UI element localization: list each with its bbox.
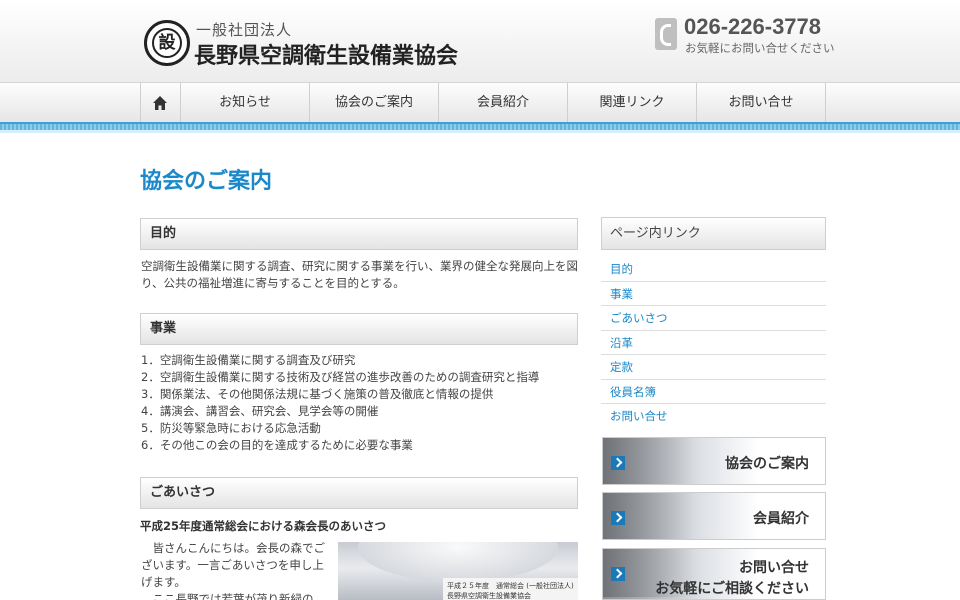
sidebar-link-greeting[interactable]: ごあいさつ bbox=[601, 306, 826, 331]
phone-icon bbox=[655, 18, 677, 50]
section-heading-purpose: 目的 bbox=[140, 218, 578, 250]
purpose-line: り、公共の福祉増進に寄与することを目的とする。 bbox=[141, 276, 405, 290]
section-heading-business: 事業 bbox=[140, 313, 578, 345]
logo-char: 設 bbox=[152, 28, 182, 58]
home-icon bbox=[153, 96, 167, 110]
phone-number: 026-226-3778 bbox=[684, 14, 822, 39]
list-item: 6．その他この会の目的を達成するために必要な事業 bbox=[141, 438, 413, 452]
greeting-photo: 平成２５年度 通常総会 (一般社団法人) 長野県空調衛生設備業協会 bbox=[338, 542, 578, 600]
sidebar-link-history[interactable]: 沿革 bbox=[601, 331, 826, 355]
banner-about[interactable]: 協会のご案内 bbox=[602, 437, 826, 485]
banner-members[interactable]: 会員紹介 bbox=[602, 492, 826, 540]
header-divider bbox=[0, 122, 960, 133]
chevron-right-icon bbox=[611, 456, 625, 470]
sidebar-links: 目的 事業 ごあいさつ 沿革 定款 役員名簿 お問い合せ bbox=[601, 257, 826, 429]
sidebar-link-articles[interactable]: 定款 bbox=[601, 355, 826, 380]
banner-label: お問い合せ bbox=[739, 560, 809, 576]
greeting-subtitle: 平成25年度通常総会における森会長のあいさつ bbox=[140, 519, 387, 533]
chevron-right-icon bbox=[611, 511, 625, 525]
site-header: 設 一般社団法人 長野県空調衛生設備業協会 026-226-3778 お気軽にお… bbox=[0, 0, 960, 82]
banner-label: 会員紹介 bbox=[753, 511, 809, 527]
business-list: 1．空調衛生設備業に関する調査及び研究 2．空調衛生設備業に関する技術及び経営の… bbox=[141, 352, 539, 454]
sidebar-link-business[interactable]: 事業 bbox=[601, 282, 826, 306]
nav-item-news[interactable]: お知らせ bbox=[181, 83, 310, 123]
photo-ceiling bbox=[358, 542, 558, 582]
logo-icon[interactable]: 設 bbox=[144, 20, 190, 66]
list-item: 5．防災等緊急時における応急活動 bbox=[141, 421, 321, 435]
list-item: 1．空調衛生設備業に関する調査及び研究 bbox=[141, 353, 356, 367]
sidebar-heading: ページ内リンク bbox=[601, 217, 826, 250]
sidebar-link-contact[interactable]: お問い合せ bbox=[601, 404, 826, 429]
greeting-paragraph: 皆さんこんにちは。会長の森でございます。一言ごあいさつを申し上げます。 bbox=[141, 541, 325, 589]
banner-label: 協会のご案内 bbox=[725, 456, 809, 472]
nav-item-contact[interactable]: お問い合せ bbox=[697, 83, 826, 123]
org-subtitle: 一般社団法人 bbox=[196, 21, 293, 39]
nav-item-members[interactable]: 会員紹介 bbox=[439, 83, 568, 123]
section-heading-greeting: ごあいさつ bbox=[140, 477, 578, 509]
list-item: 3．関係業法、その他関係法規に基づく施策の普及徹底と情報の提供 bbox=[141, 387, 494, 401]
global-nav-bar: お知らせ 協会のご案内 会員紹介 関連リンク お問い合せ bbox=[0, 82, 960, 123]
greeting-paragraph: ここ長野では若葉が茂り新緑の bbox=[152, 592, 314, 600]
greeting-text: 皆さんこんにちは。会長の森でございます。一言ごあいさつを申し上げます。 ここ長野… bbox=[141, 540, 331, 600]
org-name[interactable]: 長野県空調衛生設備業協会 bbox=[194, 38, 458, 70]
nav-item-links[interactable]: 関連リンク bbox=[568, 83, 697, 123]
banner-contact[interactable]: お問い合せ お気軽にご相談ください bbox=[602, 548, 826, 600]
purpose-text: 空調衛生設備業に関する調査、研究に関する事業を行い、業界の健全な発展向上を図 り… bbox=[141, 258, 581, 292]
chevron-right-icon bbox=[611, 567, 625, 581]
list-item: 2．空調衛生設備業に関する技術及び経営の進歩改善のための調査研究と指導 bbox=[141, 370, 540, 384]
global-nav: お知らせ 協会のご案内 会員紹介 関連リンク お問い合せ bbox=[140, 83, 826, 123]
banner-sublabel: お気軽にご相談ください bbox=[655, 581, 809, 597]
page-title: 協会のご案内 bbox=[140, 169, 273, 194]
purpose-line: 空調衛生設備業に関する調査、研究に関する事業を行い、業界の健全な発展向上を図 bbox=[141, 259, 578, 273]
list-item: 4．講演会、講習会、研究会、見学会等の開催 bbox=[141, 404, 379, 418]
photo-banner-text: 平成２５年度 通常総会 (一般社団法人) 長野県空調衛生設備業協会 bbox=[443, 578, 578, 600]
nav-home-button[interactable] bbox=[141, 83, 181, 123]
nav-item-about[interactable]: 協会のご案内 bbox=[310, 83, 439, 123]
phone-note: お気軽にお問い合せください bbox=[685, 41, 835, 55]
sidebar-link-officers[interactable]: 役員名簿 bbox=[601, 380, 826, 404]
sidebar-link-purpose[interactable]: 目的 bbox=[601, 257, 826, 282]
